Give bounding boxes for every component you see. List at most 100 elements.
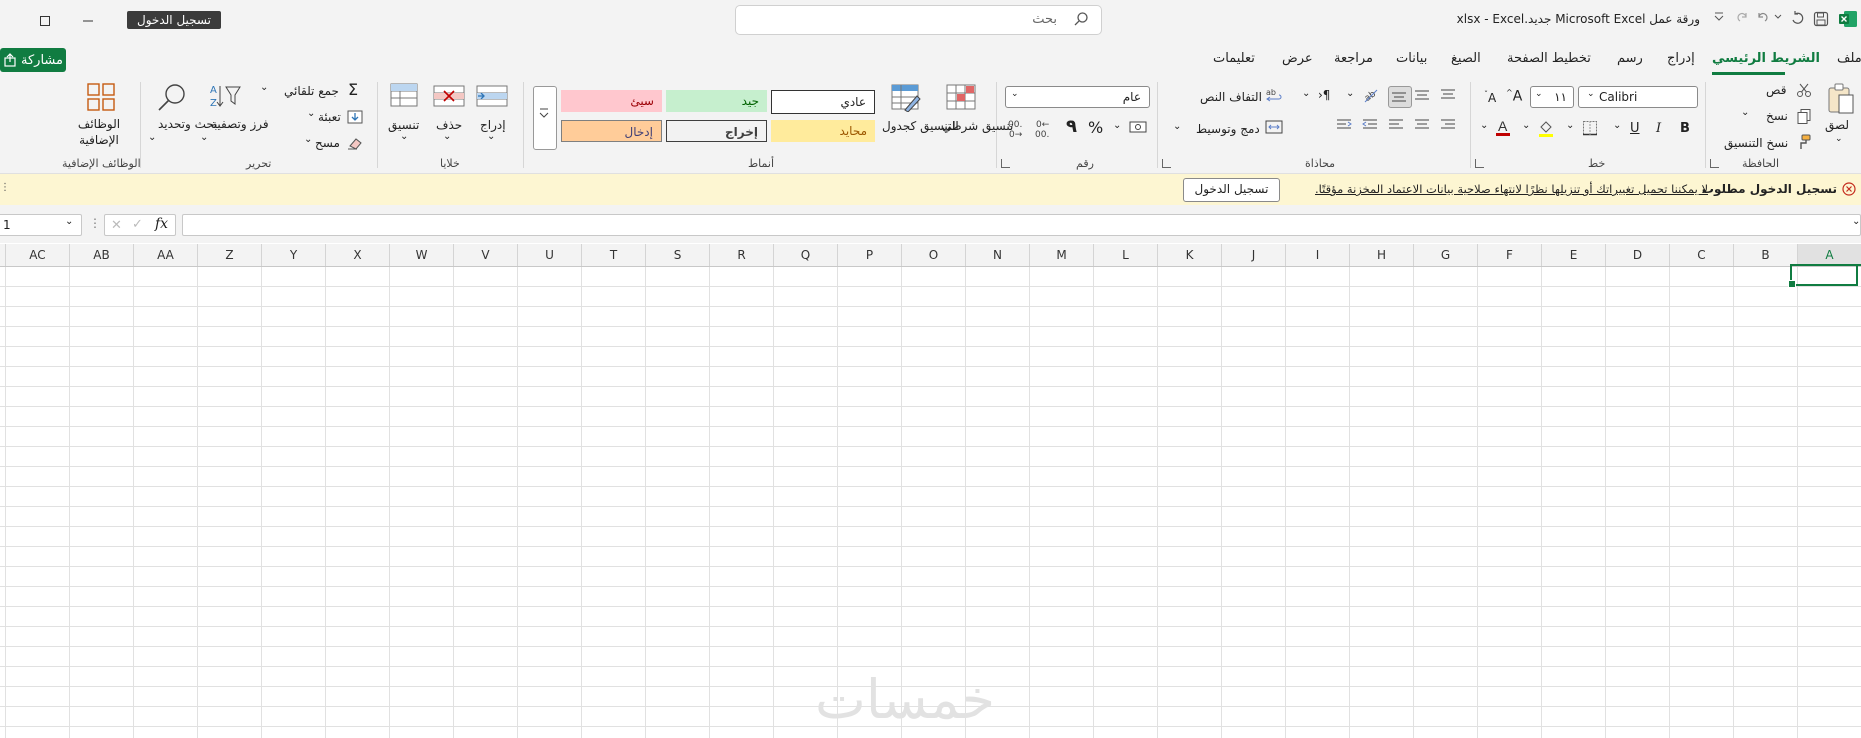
customize-qat-icon[interactable]	[1713, 11, 1725, 27]
cancel-icon[interactable]: ✕	[111, 218, 122, 233]
column-header[interactable]: Q	[773, 244, 837, 266]
copy-label[interactable]: نسخ	[1766, 109, 1788, 123]
style-output[interactable]: إخراج	[666, 120, 767, 142]
delete-cells-icon[interactable]	[433, 84, 465, 113]
tab-data[interactable]: بيانات	[1396, 51, 1427, 66]
autosum-label[interactable]: جمع تلقائي	[284, 84, 339, 98]
column-header[interactable]: N	[965, 244, 1029, 266]
borders-icon[interactable]	[1582, 120, 1598, 139]
autosum-icon[interactable]: Σ	[348, 80, 358, 99]
tab-page-layout[interactable]: تخطيط الصفحة	[1507, 51, 1591, 66]
wrap-text-icon[interactable]: ab	[1265, 88, 1283, 107]
bold-button[interactable]: B	[1680, 121, 1690, 136]
insert-cells-label[interactable]: إدراج	[480, 118, 506, 132]
column-header[interactable]: T	[581, 244, 645, 266]
style-good[interactable]: جيد	[666, 90, 767, 112]
font-launcher-icon[interactable]	[1475, 159, 1484, 168]
column-header[interactable]: J	[1221, 244, 1285, 266]
find-select-label[interactable]: بحث وتحديد	[158, 116, 218, 132]
alignment-launcher-icon[interactable]	[1162, 159, 1171, 168]
format-as-table-label[interactable]: التنسيق كجدول	[882, 118, 959, 134]
delete-cells-label[interactable]: حذف	[436, 118, 462, 132]
increase-decimal-icon[interactable]: ←0.00	[1035, 120, 1049, 140]
fill-dropdown-icon[interactable]: ⌄	[307, 108, 315, 119]
column-header[interactable]: A	[1797, 244, 1861, 266]
borders-dropdown-icon[interactable]: ⌄	[1566, 120, 1574, 131]
style-neutral[interactable]: محايد	[771, 120, 875, 142]
column-header[interactable]: U	[517, 244, 581, 266]
sort-filter-icon[interactable]: AZ	[208, 82, 242, 115]
column-header[interactable]: B	[1733, 244, 1797, 266]
column-header[interactable]: E	[1541, 244, 1605, 266]
column-header[interactable]: AA	[133, 244, 197, 266]
active-cell[interactable]	[1788, 264, 1858, 288]
format-cells-icon[interactable]	[390, 82, 420, 113]
format-painter-icon[interactable]	[1796, 134, 1812, 153]
fill-color-icon[interactable]	[1538, 120, 1554, 141]
insert-dropdown-icon[interactable]: ⌄	[487, 131, 495, 142]
tab-home[interactable]: الشريط الرئيسي	[1712, 51, 1820, 66]
find-select-icon[interactable]	[156, 82, 188, 117]
clear-icon[interactable]	[347, 136, 363, 153]
align-left-icon[interactable]	[1388, 118, 1404, 135]
clear-label[interactable]: مسح	[315, 136, 340, 150]
underline-dropdown-icon[interactable]: ⌄	[1613, 120, 1621, 131]
column-header[interactable]: AC	[5, 244, 69, 266]
tab-review[interactable]: مراجعة	[1334, 51, 1373, 66]
fill-label[interactable]: تعبئة	[318, 110, 341, 124]
insert-cells-icon[interactable]	[476, 84, 508, 113]
column-header[interactable]: D	[1605, 244, 1669, 266]
tab-help[interactable]: تعليمات	[1213, 51, 1255, 66]
formula-expand-icon[interactable]: ⌄	[1852, 216, 1860, 227]
align-top-icon[interactable]	[1440, 88, 1456, 105]
tab-insert[interactable]: إدراج	[1667, 51, 1695, 66]
addins-icon[interactable]	[86, 82, 116, 115]
increase-indent-icon[interactable]	[1336, 118, 1352, 135]
align-middle-icon[interactable]	[1414, 88, 1430, 105]
style-normal[interactable]: عادي	[771, 90, 875, 114]
decrease-indent-icon[interactable]	[1362, 118, 1378, 135]
column-header[interactable]: W	[389, 244, 453, 266]
format-painter-label[interactable]: نسخ التنسيق	[1724, 136, 1788, 150]
decrease-font-icon[interactable]: Aˇ	[1484, 90, 1496, 105]
cut-icon[interactable]	[1796, 82, 1812, 101]
insert-function-button[interactable]: fx	[155, 216, 168, 232]
column-header[interactable]: Y	[261, 244, 325, 266]
column-header[interactable]: S	[645, 244, 709, 266]
formula-bar-splitter-icon[interactable]: ⋮	[89, 216, 101, 230]
addins-label[interactable]: الوظائف الإضافية	[74, 116, 124, 148]
orientation-dropdown-icon[interactable]: ⌄	[1346, 88, 1354, 99]
underline-button[interactable]: U	[1630, 121, 1640, 136]
align-bottom-icon[interactable]	[1388, 86, 1412, 108]
formula-input[interactable]	[182, 214, 1861, 236]
tab-file[interactable]: ملف	[1837, 51, 1861, 66]
message-signin-button[interactable]: تسجيل الدخول	[1183, 178, 1280, 202]
format-as-table-icon[interactable]	[891, 84, 921, 115]
paste-icon[interactable]	[1826, 82, 1856, 119]
align-center-icon[interactable]	[1414, 118, 1430, 135]
merge-dropdown-icon[interactable]: ⌄	[1173, 121, 1181, 132]
wrap-text-label[interactable]: التفاف النص	[1200, 90, 1262, 104]
tab-draw[interactable]: رسم	[1617, 51, 1643, 66]
tab-formulas[interactable]: الصيغ	[1451, 51, 1481, 66]
minimize-button[interactable]	[68, 8, 108, 34]
delete-dropdown-icon[interactable]: ⌄	[443, 131, 451, 142]
accounting-format-icon[interactable]	[1129, 120, 1147, 137]
share-button[interactable]: مشاركة	[0, 48, 66, 72]
search-input[interactable]: بحث	[735, 5, 1102, 35]
increase-font-icon[interactable]: A^	[1506, 88, 1522, 105]
autosum-dropdown-icon[interactable]: ⌄	[260, 82, 268, 93]
italic-button[interactable]: I	[1656, 121, 1661, 136]
rtl-direction-icon[interactable]: ¶‹	[1318, 88, 1330, 102]
paste-dropdown-icon[interactable]: ⌄	[1835, 134, 1843, 144]
cut-label[interactable]: قص	[1766, 83, 1786, 97]
column-header[interactable]: V	[453, 244, 517, 266]
name-box[interactable]: 1 ⌄	[0, 214, 82, 236]
copy-icon[interactable]	[1796, 108, 1812, 127]
fill-icon[interactable]	[347, 110, 363, 127]
merge-center-label[interactable]: دمج وتوسيط	[1196, 122, 1260, 136]
message-text[interactable]: لا يمكننا تحميل تغييراتك أو تنزيلها نظرً…	[1315, 182, 1708, 196]
column-header[interactable]: K	[1157, 244, 1221, 266]
paste-label[interactable]: لصق	[1825, 118, 1849, 132]
column-header[interactable]: M	[1029, 244, 1093, 266]
